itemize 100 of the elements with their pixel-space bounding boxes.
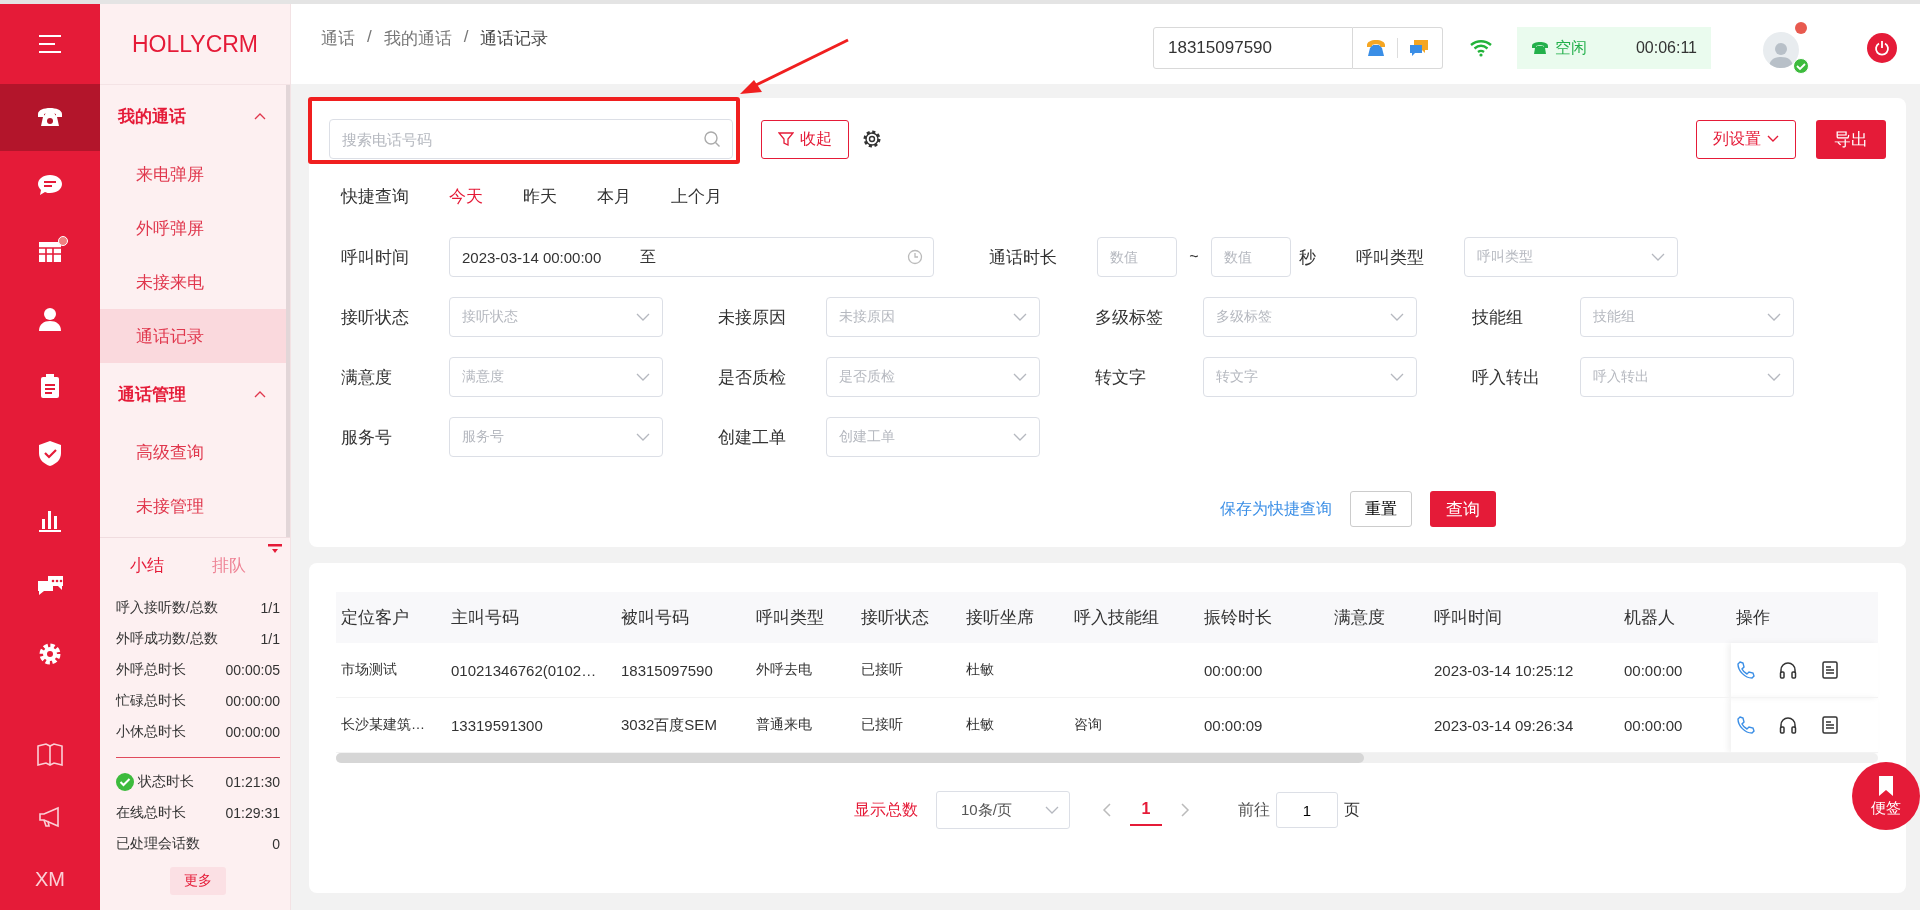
settings-icon[interactable] <box>861 128 883 150</box>
reset-button[interactable]: 重置 <box>1349 491 1412 527</box>
nav-group-header[interactable]: 我的通话 <box>100 85 286 147</box>
nav-item[interactable]: 高级查询 <box>100 425 286 479</box>
phone-number-field[interactable]: 18315097590 <box>1153 27 1353 69</box>
page-suffix: 页 <box>1344 799 1360 820</box>
table-cell: 长沙某建筑… <box>336 697 446 753</box>
stat-label: 小休总时长 <box>116 722 186 741</box>
page-size-select[interactable]: 10条/页 <box>936 791 1070 829</box>
table-cell: 00:00:09 <box>1199 697 1329 753</box>
collapse-button[interactable]: 收起 <box>761 119 849 159</box>
headphones-icon[interactable] <box>1778 660 1798 680</box>
chevron-down-icon <box>1651 253 1665 261</box>
column-header: 定位客户 <box>336 592 446 643</box>
date-range-field[interactable]: 2023-03-14 00:00:00 至 <box>449 237 934 277</box>
stat-label: 状态时长 <box>138 772 194 791</box>
table-cell: 市场测试 <box>336 643 446 698</box>
chevron-down-icon <box>636 373 650 381</box>
column-header: 被叫号码 <box>616 592 751 643</box>
field-label: 通话时长 <box>989 246 1058 269</box>
filter-icon <box>778 131 794 147</box>
stat-label: 已处理会话数 <box>116 834 200 853</box>
document-icon[interactable] <box>1820 715 1840 735</box>
nav-group-header[interactable]: 通话管理 <box>100 363 286 425</box>
field-label: 多级标签 <box>1095 306 1164 329</box>
table-cell: 已接听 <box>856 697 961 753</box>
column-settings-button[interactable]: 列设置 <box>1696 119 1796 159</box>
query-button[interactable]: 查询 <box>1429 491 1496 527</box>
quick-query-option[interactable]: 昨天 <box>523 184 597 208</box>
nav-item[interactable]: 未接来电 <box>100 255 286 309</box>
column-header: 振铃时长 <box>1199 592 1329 643</box>
select-field[interactable]: 未接原因 <box>826 297 1040 337</box>
breadcrumb-link[interactable]: 我的通话 <box>383 26 452 50</box>
stat-value: 00:00:00 <box>225 723 280 740</box>
stat-value: 00:00:05 <box>225 661 280 678</box>
stat-value: 0 <box>272 835 280 852</box>
nav-item[interactable]: 来电弹屏 <box>100 147 286 201</box>
table-cell: 2023-03-14 10:25:12 <box>1429 643 1619 698</box>
wifi-icon <box>1469 39 1493 57</box>
breadcrumb-link[interactable]: 通话 <box>321 26 355 50</box>
chevron-down-icon <box>1767 373 1781 381</box>
field-label: 呼叫时间 <box>341 246 410 269</box>
breadcrumb-separator: / <box>463 26 469 48</box>
stat-value: 1/1 <box>260 599 280 616</box>
headphones-icon[interactable] <box>1778 715 1798 735</box>
select-field[interactable]: 满意度 <box>449 357 663 397</box>
select-field[interactable]: 接听状态 <box>449 297 663 337</box>
quick-query-option[interactable]: 今天 <box>449 184 523 208</box>
column-header: 接听坐席 <box>961 592 1069 643</box>
page-input[interactable]: 1 <box>1276 792 1338 828</box>
save-quick-query-link[interactable]: 保存为快捷查询 <box>1219 498 1332 520</box>
avatar[interactable] <box>1761 22 1809 74</box>
search-field[interactable]: 搜索电话号码 <box>329 119 733 159</box>
nav-rail-item[interactable]: XM <box>0 848 100 910</box>
export-button[interactable]: 导出 <box>1816 119 1886 159</box>
stat-value: 01:21:30 <box>225 773 280 790</box>
more-button[interactable]: 更多 <box>170 867 226 895</box>
select-field[interactable]: 创建工单 <box>826 417 1040 457</box>
phone-icon[interactable] <box>1736 660 1756 680</box>
chevron-down-icon <box>1767 135 1779 143</box>
table-cell: 普通来电 <box>751 697 856 753</box>
select-field[interactable]: 转文字 <box>1203 357 1417 397</box>
select-field[interactable]: 多级标签 <box>1203 297 1417 337</box>
chat-bubble-icon[interactable] <box>1408 38 1430 58</box>
document-icon[interactable] <box>1820 660 1840 680</box>
page-number[interactable]: 1 <box>1130 794 1162 826</box>
select-field[interactable]: 呼入转出 <box>1580 357 1794 397</box>
quick-query-option[interactable]: 上个月 <box>671 184 745 208</box>
field-label: 满意度 <box>341 366 393 389</box>
horizontal-scrollbar[interactable] <box>336 753 1878 763</box>
stat-label: 在线总时长 <box>116 803 186 822</box>
quick-query-label: 快捷查询 <box>341 185 410 208</box>
nav-item[interactable]: 未接管理 <box>100 479 286 533</box>
select-field[interactable]: 是否质检 <box>826 357 1040 397</box>
summary-tab[interactable]: 小结 <box>116 553 198 577</box>
table-cell: 18315097590 <box>616 643 751 698</box>
breadcrumb-separator: / <box>367 26 372 48</box>
phone-icon[interactable] <box>1736 715 1756 735</box>
input-field[interactable]: 数值 <box>1211 237 1291 277</box>
menu-icon[interactable] <box>37 33 63 55</box>
table-cell: 01021346762(0102… <box>446 643 616 698</box>
chevron-down-icon <box>636 313 650 321</box>
nav-rail-item[interactable] <box>0 84 100 151</box>
nav-item[interactable]: 通话记录 <box>100 309 286 363</box>
table-cell: 00:00:00 <box>1619 697 1731 753</box>
telephone-icon <box>1531 40 1549 56</box>
telephone-icon[interactable] <box>1365 38 1387 58</box>
stat-value: 1/1 <box>260 630 280 647</box>
stat-label: 忙碌总时长 <box>116 691 186 710</box>
select-field[interactable]: 技能组 <box>1580 297 1794 337</box>
summary-tab[interactable]: 排队 <box>198 553 280 577</box>
input-field[interactable]: 数值 <box>1097 237 1177 277</box>
field-label: 未接原因 <box>718 306 787 329</box>
chevron-down-icon <box>1013 313 1027 321</box>
field-label: 转文字 <box>1095 366 1147 389</box>
nav-item[interactable]: 外呼弹屏 <box>100 201 286 255</box>
power-button[interactable] <box>1867 33 1897 63</box>
select-field[interactable]: 呼叫类型 <box>1464 237 1678 277</box>
quick-query-option[interactable]: 本月 <box>597 184 671 208</box>
power-icon <box>1874 40 1890 56</box>
